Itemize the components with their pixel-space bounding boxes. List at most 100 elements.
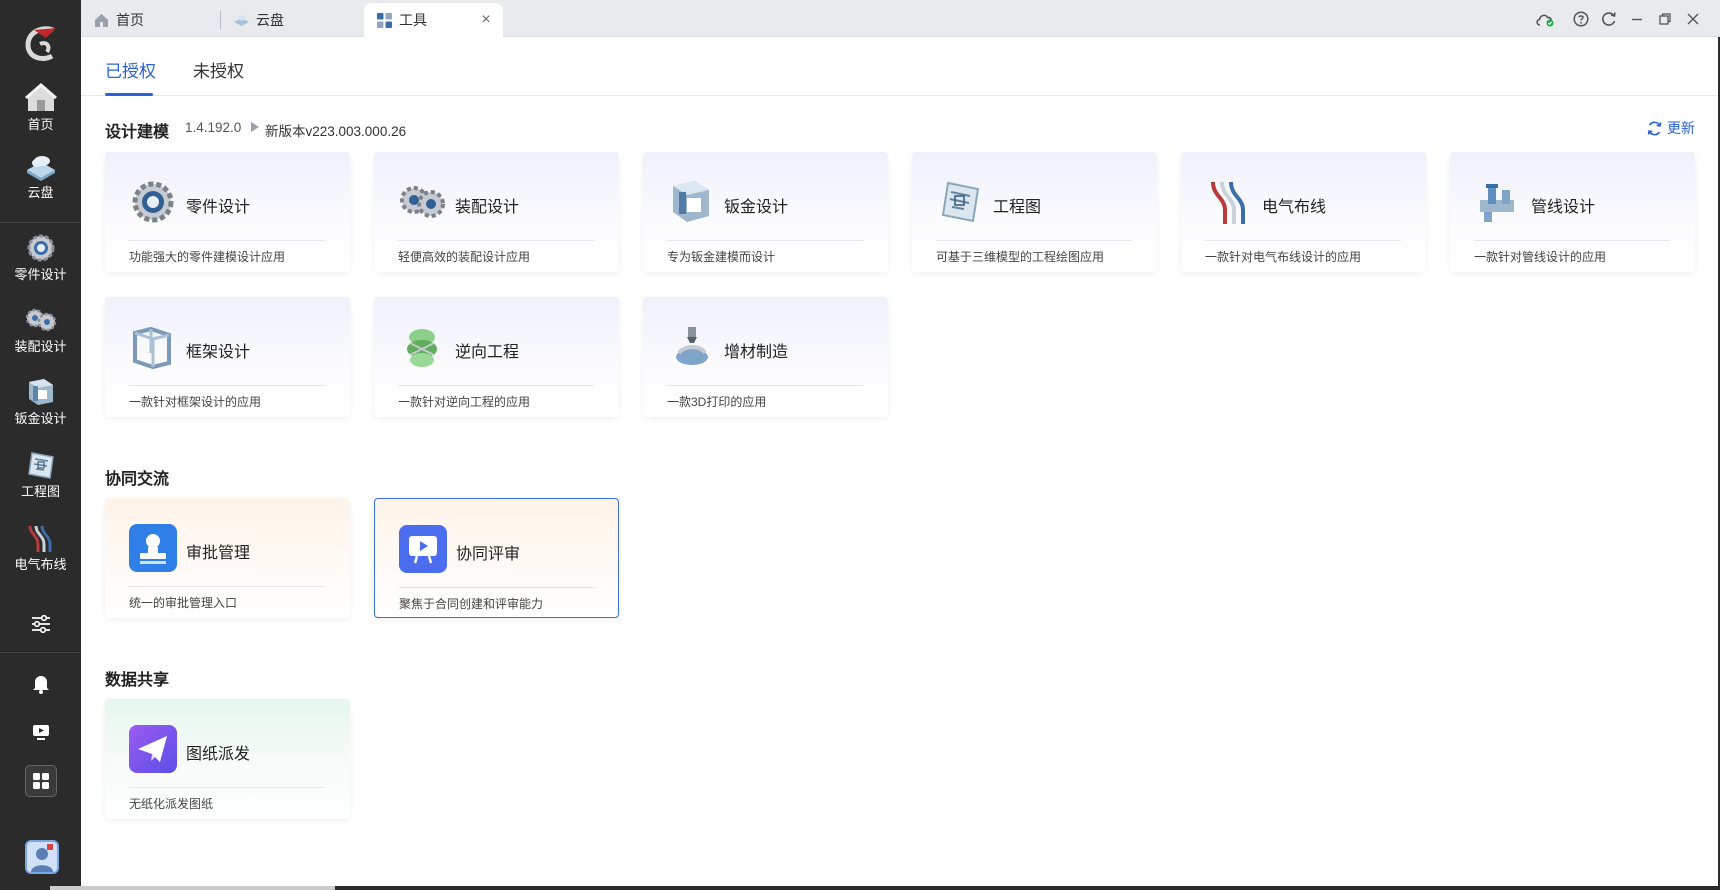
approval-stamp-icon	[129, 524, 177, 572]
sidebar-item-label: 工程图	[20, 484, 60, 499]
app-card-drawing[interactable]: 工程图 可基于三维模型的工程绘图应用	[912, 152, 1157, 272]
app-name: 零件设计	[186, 199, 251, 216]
help-icon	[1573, 11, 1589, 27]
tab-unauthorized[interactable]: 未授权	[193, 57, 244, 82]
drawing-icon	[941, 181, 980, 223]
refresh-icon	[1647, 121, 1662, 135]
close-window-button[interactable]	[1683, 9, 1703, 29]
notifications-button[interactable]	[25, 668, 57, 700]
app-desc: 一款3D打印的应用	[667, 395, 767, 409]
cloud-disk-icon	[234, 15, 249, 26]
left-sidebar: 首页 云盘 零件设计 装配设计 钣金设计 工程图 电气布线	[0, 0, 81, 890]
sidebar-item-sheet-metal[interactable]: 钣金设计	[0, 376, 81, 442]
app-desc: 轻便高效的装配设计应用	[398, 250, 531, 264]
section-title-design: 设计建模	[105, 124, 170, 141]
tab-label: 首页	[116, 12, 144, 28]
settings-sliders-icon	[32, 615, 50, 633]
update-label: 更新	[1667, 120, 1695, 136]
sidebar-item-label: 电气布线	[14, 557, 67, 572]
current-version: 1.4.192.0	[185, 120, 242, 135]
apps-button[interactable]	[25, 765, 57, 797]
assembly-gears-icon	[400, 186, 445, 218]
app-card-sheet-metal[interactable]: 钣金设计 专为钣金建模而设计	[643, 152, 888, 272]
app-desc: 可基于三维模型的工程绘图应用	[936, 250, 1105, 264]
sidebar-item-label: 装配设计	[14, 339, 67, 354]
sidebar-item-home[interactable]: 首页	[0, 82, 81, 148]
avatar[interactable]	[25, 840, 59, 874]
app-name: 装配设计	[455, 199, 520, 216]
taskbar	[335, 886, 1720, 890]
app-name: 审批管理	[186, 545, 251, 562]
top-tab-bar: 首页 云盘 × 工具 ×	[81, 0, 1720, 37]
sidebar-item-drawing[interactable]: 工程图	[0, 449, 81, 515]
paper-plane-icon	[129, 725, 177, 773]
app-desc: 无纸化派发图纸	[129, 797, 214, 811]
app-card-part-design[interactable]: 零件设计 功能强大的零件建模设计应用	[105, 152, 350, 272]
card-divider	[398, 385, 594, 386]
sidebar-item-cloud[interactable]: 云盘	[0, 150, 81, 216]
app-card-wiring[interactable]: 电气布线 一款针对电气布线设计的应用	[1181, 152, 1426, 272]
refresh-button[interactable]	[1599, 9, 1619, 29]
video-button[interactable]	[25, 716, 57, 748]
app-card-approval[interactable]: 审批管理 统一的审批管理入口	[105, 498, 350, 618]
video-icon	[33, 725, 49, 740]
user-avatar-icon	[31, 844, 53, 872]
cloud-sync-button[interactable]	[1535, 9, 1555, 29]
minimize-icon	[1632, 18, 1642, 21]
app-card-assembly[interactable]: 装配设计 轻便高效的装配设计应用	[374, 152, 619, 272]
active-tab-indicator	[105, 93, 153, 96]
app-name: 钣金设计	[724, 199, 789, 216]
sidebar-item-assembly[interactable]: 装配设计	[0, 304, 81, 370]
home-icon	[24, 83, 57, 111]
app-desc: 一款针对逆向工程的应用	[398, 395, 531, 409]
sidebar-item-label: 钣金设计	[14, 411, 67, 426]
review-screen-icon	[399, 525, 447, 573]
app-card-pipe[interactable]: 管线设计 一款针对管线设计的应用	[1450, 152, 1695, 272]
tools-grid-icon	[377, 12, 392, 28]
tab-home[interactable]: 首页	[93, 3, 223, 37]
app-name: 协同评审	[456, 546, 521, 563]
app-desc: 功能强大的零件建模设计应用	[129, 250, 286, 264]
cloud-sync-icon	[1536, 14, 1554, 27]
app-name: 管线设计	[1531, 199, 1596, 216]
tab-tools[interactable]: 工具 ×	[364, 3, 503, 37]
card-divider	[936, 240, 1132, 241]
drawing-icon	[27, 452, 54, 479]
help-button[interactable]	[1571, 9, 1591, 29]
app-card-additive[interactable]: 增材制造 一款3D打印的应用	[643, 297, 888, 417]
close-icon	[1687, 13, 1699, 25]
tab-authorized[interactable]: 已授权	[105, 57, 156, 82]
restore-button[interactable]	[1655, 9, 1675, 29]
sidebar-item-part-design[interactable]: 零件设计	[0, 232, 81, 298]
update-button[interactable]: 更新	[1646, 118, 1695, 138]
minimize-button[interactable]	[1627, 9, 1647, 29]
app-card-dispatch[interactable]: 图纸派发 无纸化派发图纸	[105, 699, 350, 819]
bell-icon	[33, 676, 49, 694]
pipe-icon	[1480, 184, 1514, 222]
card-divider	[667, 240, 863, 241]
sidebar-divider	[0, 222, 81, 223]
tab-label: 云盘	[256, 12, 284, 28]
frame-icon	[133, 326, 171, 370]
home-icon	[95, 13, 108, 27]
app-card-review[interactable]: 协同评审 聚焦于合同创建和评审能力	[374, 498, 619, 618]
sidebar-item-wiring[interactable]: 电气布线	[0, 522, 81, 588]
card-divider	[1474, 240, 1670, 241]
settings-button[interactable]	[25, 608, 57, 640]
app-desc: 一款针对框架设计的应用	[129, 395, 262, 409]
part-gear-icon	[27, 234, 54, 262]
app-desc: 一款针对电气布线设计的应用	[1205, 250, 1362, 264]
sidebar-item-label: 云盘	[27, 185, 54, 200]
card-divider	[398, 240, 594, 241]
sidebar-divider	[0, 652, 81, 653]
close-icon[interactable]: ×	[479, 12, 493, 28]
card-divider	[667, 385, 863, 386]
app-card-frame[interactable]: 框架设计 一款针对框架设计的应用	[105, 297, 350, 417]
app-logo-icon	[25, 26, 56, 61]
wiring-icon	[1211, 181, 1245, 224]
section-title-share: 数据共享	[105, 672, 170, 689]
app-card-reverse-eng[interactable]: 逆向工程 一款针对逆向工程的应用	[374, 297, 619, 417]
card-divider	[129, 385, 325, 386]
app-name: 电气布线	[1262, 199, 1327, 216]
app-desc: 一款针对管线设计的应用	[1474, 250, 1607, 264]
